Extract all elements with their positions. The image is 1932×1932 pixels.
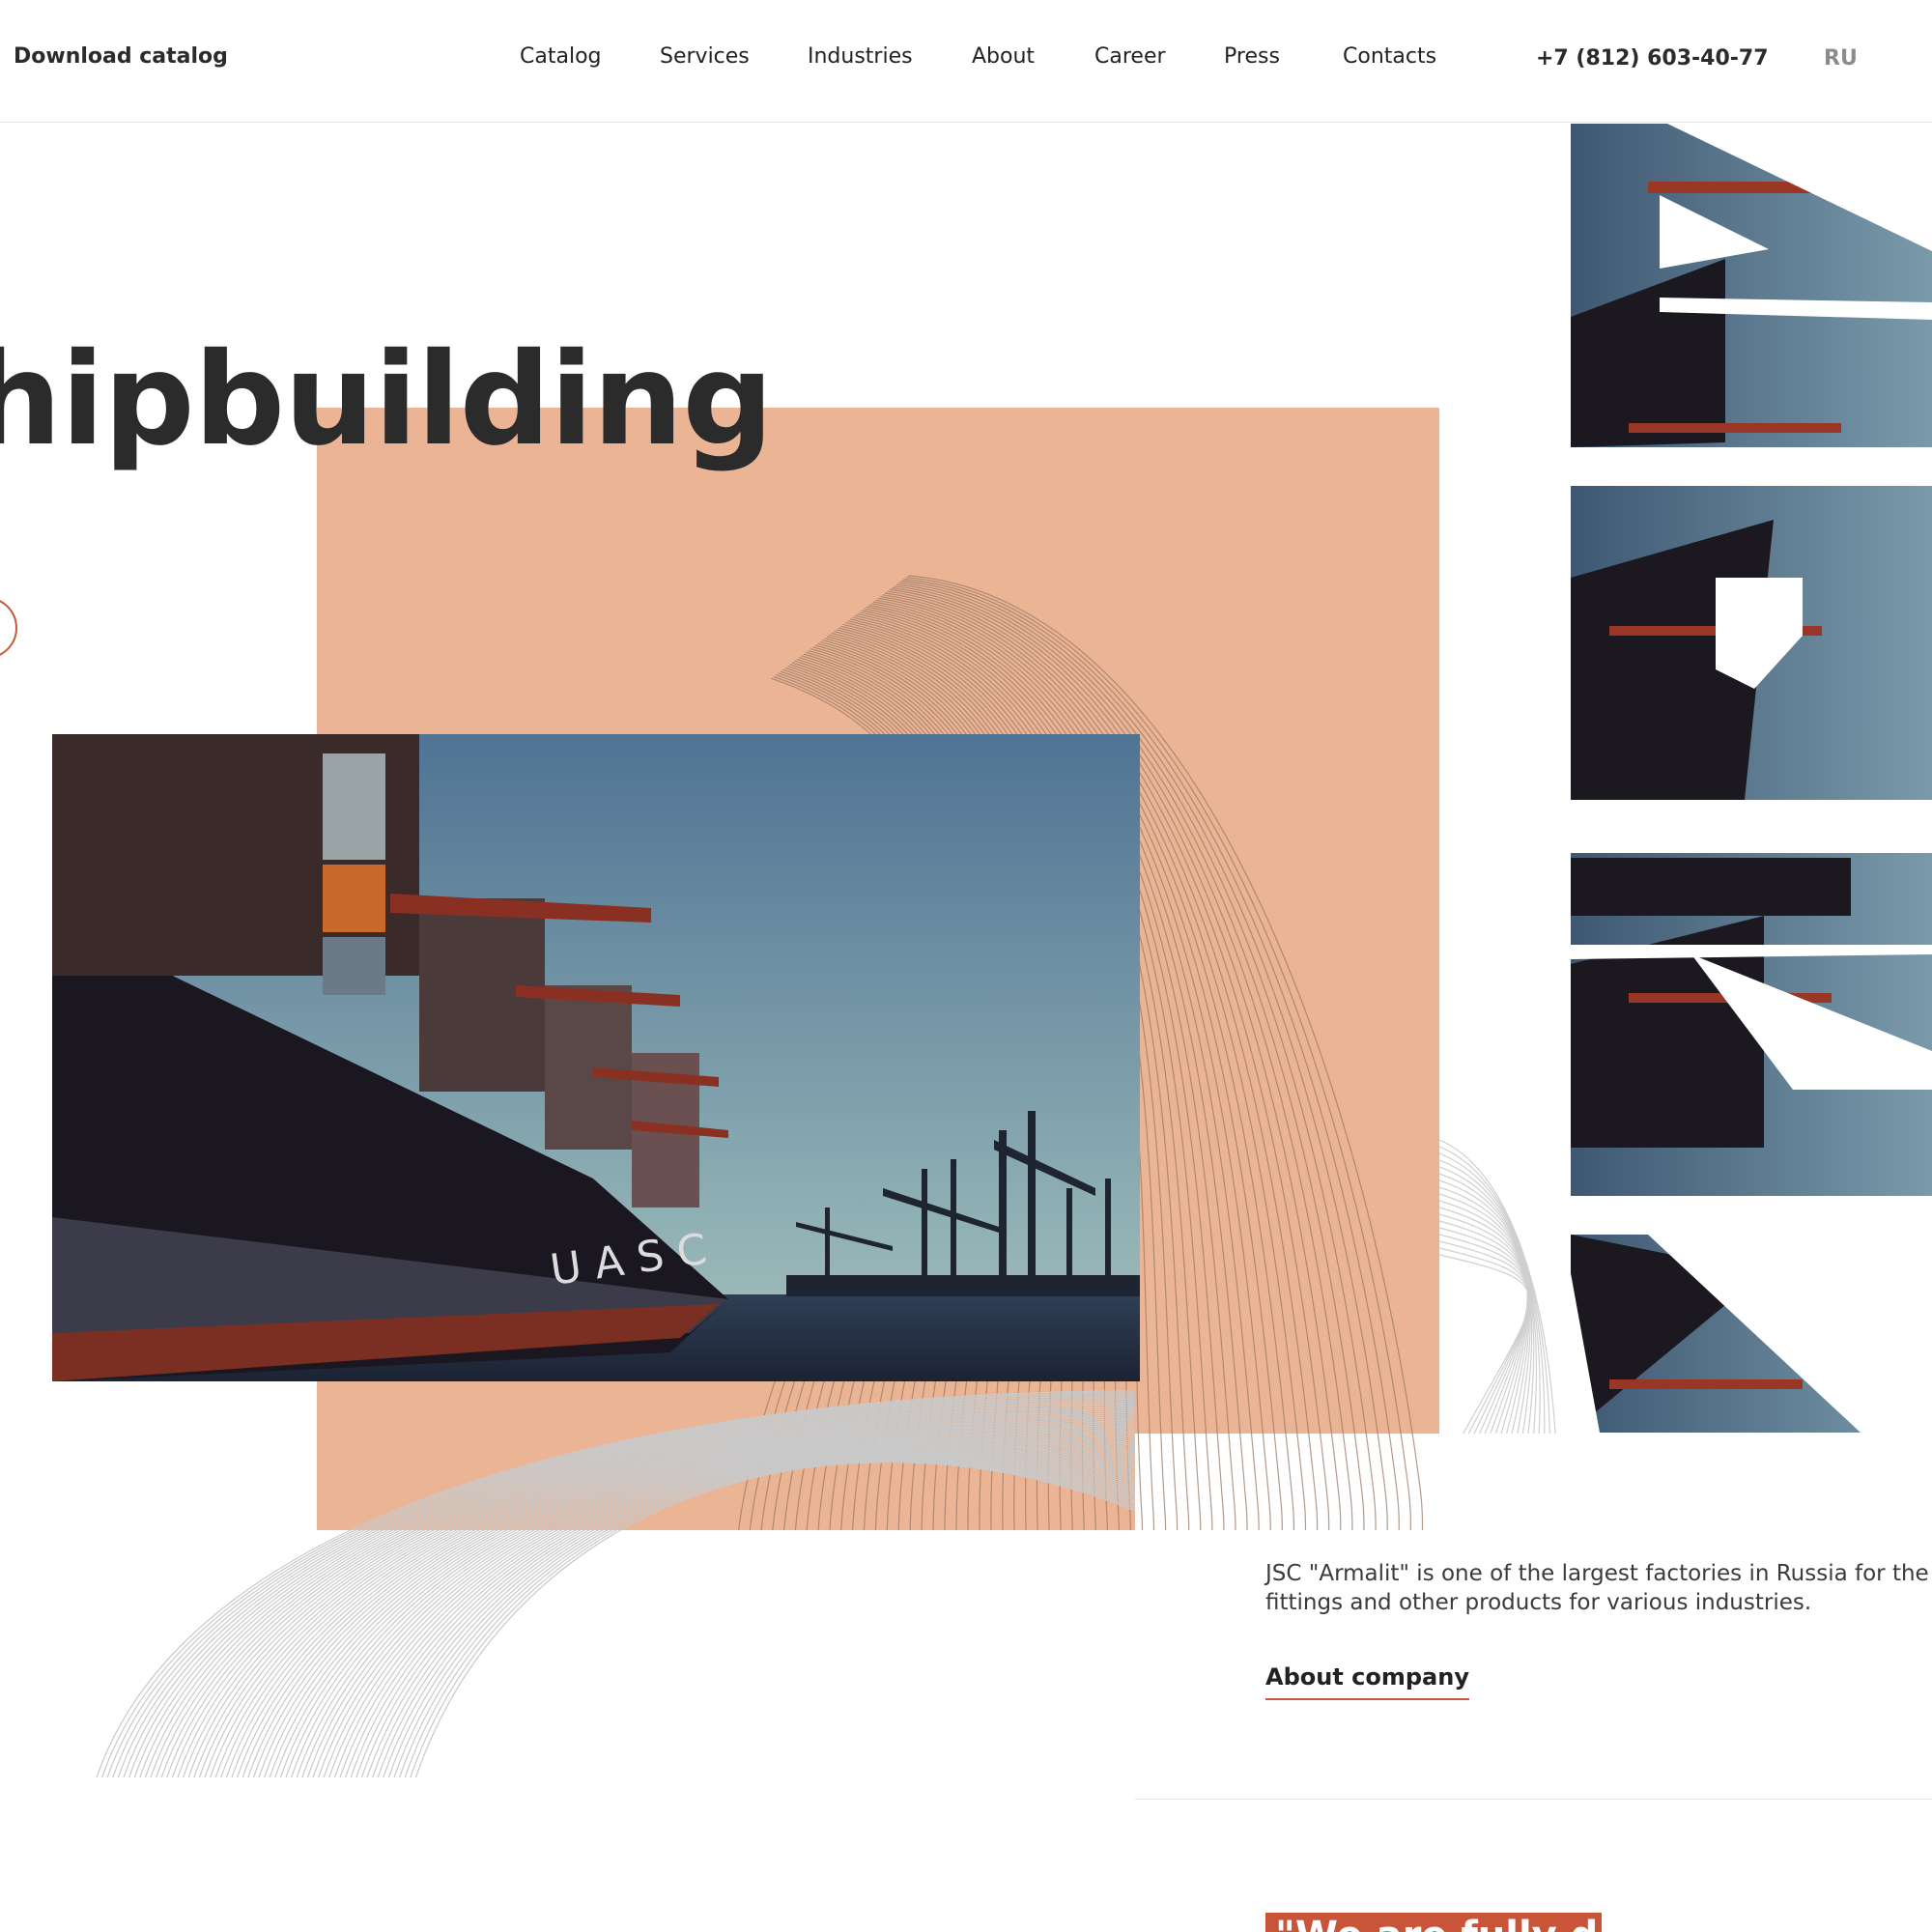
- about-company-link[interactable]: About company: [1265, 1663, 1469, 1700]
- download-catalog-link[interactable]: Download catalog: [14, 44, 228, 69]
- nav-industries[interactable]: Industries: [808, 44, 913, 69]
- wave-line: [1439, 1240, 1529, 1435]
- wave-line: [1439, 1247, 1529, 1435]
- nav-services[interactable]: Services: [660, 44, 750, 69]
- wave-line: [1439, 1200, 1529, 1435]
- nav-career[interactable]: Career: [1094, 44, 1166, 69]
- nav-about[interactable]: About: [972, 44, 1035, 69]
- nav-press[interactable]: Press: [1224, 44, 1280, 69]
- brand-letter-ribbon: [1571, 124, 1932, 1433]
- quote-banner: "We are fully d: [1265, 1913, 1602, 1932]
- peach-panel-bottom: [317, 1381, 1135, 1530]
- hero-title: hipbuilding: [0, 326, 774, 474]
- about-text-line-2: fittings and other products for various …: [1265, 1590, 1812, 1615]
- hero-ship-photo: U A S C: [52, 734, 1140, 1381]
- wave-line: [1439, 1234, 1529, 1435]
- phone-number[interactable]: +7 (812) 603-40-77: [1536, 46, 1769, 71]
- circle-button-icon[interactable]: [0, 597, 17, 659]
- nav-catalog[interactable]: Catalog: [520, 44, 602, 69]
- site-header: Download catalog Catalog Services Indust…: [0, 0, 1932, 123]
- wave-line: [1439, 1152, 1546, 1435]
- quote-text: "We are fully d: [1275, 1917, 1598, 1932]
- wave-line: [1439, 1139, 1556, 1435]
- wave-line: [1439, 1146, 1550, 1435]
- nav-contacts[interactable]: Contacts: [1343, 44, 1436, 69]
- wave-line: [1439, 1227, 1528, 1435]
- wave-line: [1439, 1207, 1529, 1435]
- wave-line: [1439, 1193, 1530, 1435]
- language-switch[interactable]: RU: [1824, 46, 1858, 71]
- about-text-line-1: JSC "Armalit" is one of the largest fact…: [1265, 1561, 1932, 1586]
- wave-line: [1439, 1254, 1530, 1435]
- wave-line: [1439, 1173, 1535, 1435]
- about-description: JSC "Armalit" is one of the largest fact…: [1265, 1559, 1932, 1617]
- wave-line: [1439, 1220, 1528, 1435]
- section-divider: [1135, 1799, 1932, 1800]
- wave-line: [1439, 1166, 1538, 1435]
- wave-line: [1439, 1179, 1533, 1435]
- wave-line: [1439, 1186, 1531, 1435]
- wave-line: [1439, 1213, 1528, 1435]
- wave-line: [1439, 1159, 1541, 1435]
